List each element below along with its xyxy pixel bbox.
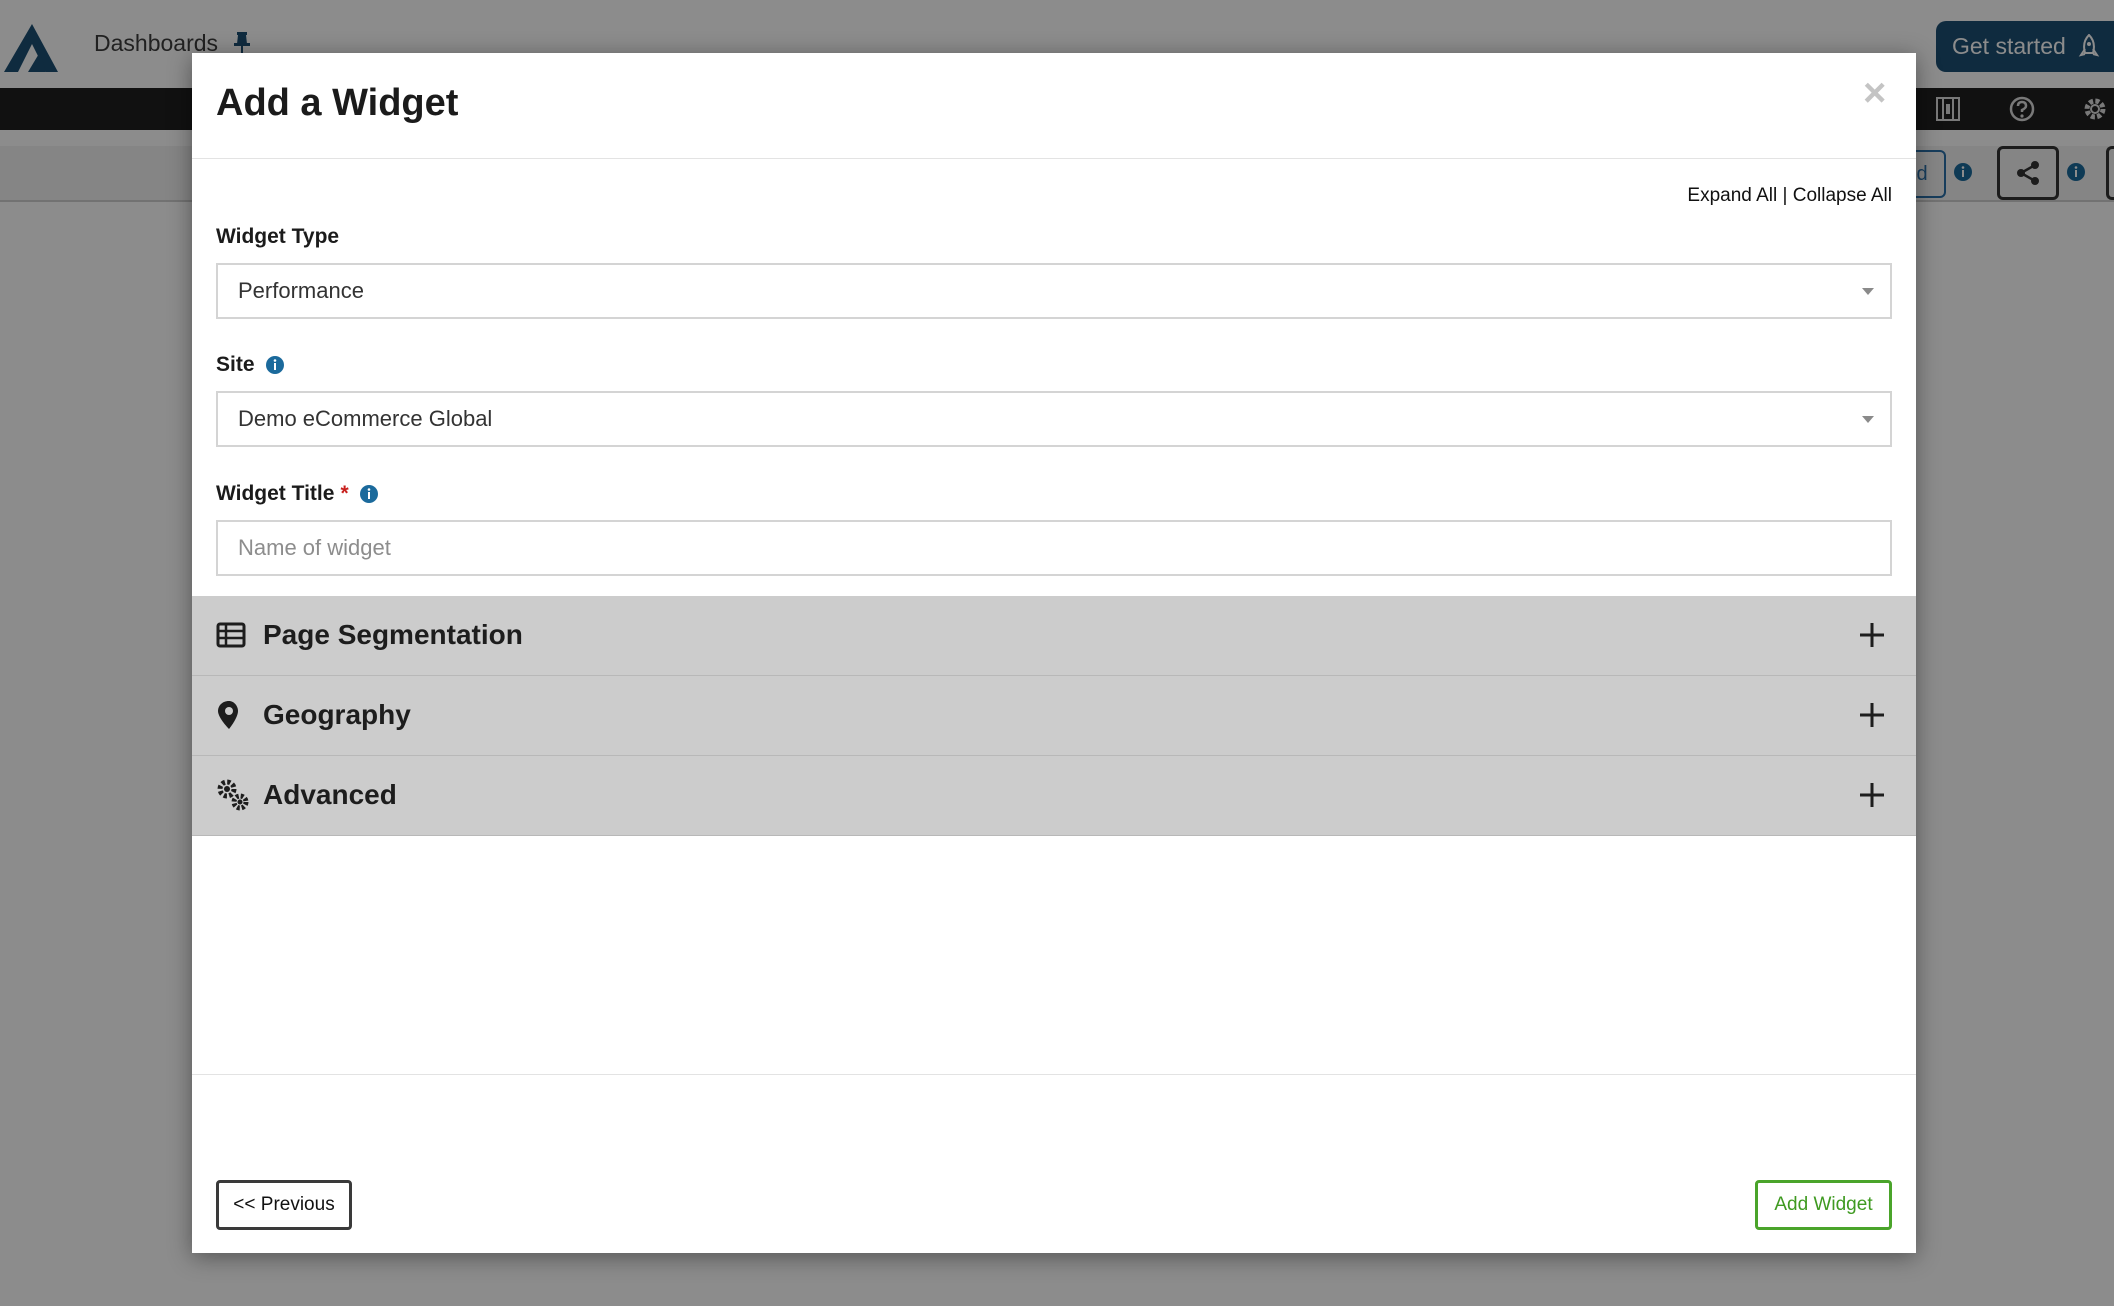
site-label: Site xyxy=(216,353,285,377)
widget-title-input[interactable] xyxy=(238,535,1890,561)
section-geography[interactable]: Geography xyxy=(192,676,1916,756)
widget-type-select[interactable]: Performance xyxy=(216,263,1892,319)
gears-icon xyxy=(217,779,249,811)
separator: | xyxy=(1782,185,1788,206)
widget-type-label-text: Widget Type xyxy=(216,225,340,248)
modal-header: Add a Widget × xyxy=(192,53,1916,159)
site-label-text: Site xyxy=(216,353,255,376)
expand-collapse-controls: Expand All | Collapse All xyxy=(1687,185,1892,207)
section-label: Advanced xyxy=(263,779,397,810)
section-label: Geography xyxy=(263,699,411,730)
site-value: Demo eCommerce Global xyxy=(238,406,493,431)
info-icon[interactable] xyxy=(265,355,285,375)
info-icon[interactable] xyxy=(359,484,379,504)
section-label: Page Segmentation xyxy=(263,619,523,650)
widget-type-label: Widget Type xyxy=(216,225,339,249)
chevron-down-icon xyxy=(1862,288,1874,295)
required-asterisk: * xyxy=(340,482,349,505)
section-advanced[interactable]: Advanced xyxy=(192,756,1916,836)
plus-icon[interactable] xyxy=(1858,621,1886,649)
modal-title: Add a Widget xyxy=(216,82,459,124)
table-list-icon xyxy=(216,622,246,648)
widget-type-value: Performance xyxy=(238,278,364,303)
previous-button[interactable]: << Previous xyxy=(216,1180,352,1230)
chevron-down-icon xyxy=(1862,416,1874,423)
close-icon[interactable]: × xyxy=(1863,73,1886,113)
widget-title-label-text: Widget Title xyxy=(216,482,335,505)
widget-title-field[interactable] xyxy=(216,520,1892,576)
section-page-segmentation[interactable]: Page Segmentation xyxy=(192,596,1916,676)
footer-divider xyxy=(192,1074,1916,1075)
plus-icon[interactable] xyxy=(1858,781,1886,809)
collapse-all-link[interactable]: Collapse All xyxy=(1793,185,1892,206)
add-widget-button[interactable]: Add Widget xyxy=(1755,1180,1892,1230)
add-widget-modal: Add a Widget × Expand All | Collapse All… xyxy=(192,53,1916,1253)
site-select[interactable]: Demo eCommerce Global xyxy=(216,391,1892,447)
map-marker-icon xyxy=(218,701,238,729)
plus-icon[interactable] xyxy=(1858,701,1886,729)
expand-all-link[interactable]: Expand All xyxy=(1687,185,1777,206)
widget-title-label: Widget Title * xyxy=(216,482,379,506)
